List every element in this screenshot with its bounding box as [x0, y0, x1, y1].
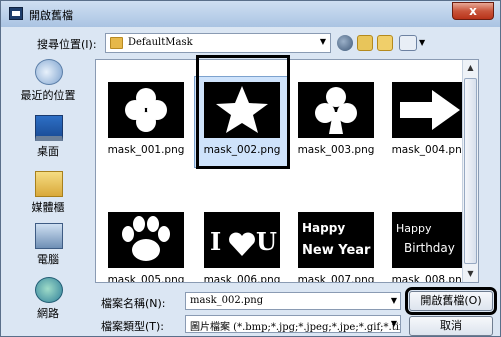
file-type-dropdown[interactable]: 圖片檔案 (*.bmp;*.jpg;*.jpeg;*.jpe;*.gif;*.t… [185, 315, 401, 333]
thumbnail-star-icon [204, 82, 280, 138]
folder-icon [110, 37, 123, 49]
open-button[interactable]: 開啟舊檔(O) [405, 287, 497, 315]
computer-icon [35, 223, 63, 249]
svg-text:Happy: Happy [396, 222, 432, 235]
recent-places-icon [35, 59, 63, 85]
library-icon [35, 171, 63, 197]
look-in-label: 搜尋位置(I): [37, 38, 97, 51]
svg-text:New Year: New Year [302, 243, 371, 258]
place-label: 桌面 [37, 145, 59, 158]
place-recent[interactable]: 最近的位置 [5, 59, 91, 109]
thumbnail-club-icon [298, 82, 374, 138]
file-name: mask_003.png [297, 144, 375, 156]
file-name: mask_005.png [107, 274, 185, 283]
file-name: mask_001.png [107, 144, 185, 156]
scroll-thumb[interactable] [464, 78, 477, 264]
view-menu-chevron-icon[interactable]: ▼ [419, 38, 425, 47]
file-name-label: 檔案名稱(N): [101, 297, 166, 310]
title-bar[interactable]: 開啟舊檔 x [1, 1, 500, 27]
scroll-up-icon[interactable]: ▲ [463, 60, 478, 76]
chevron-down-icon: ▼ [319, 37, 326, 46]
thumbnail-arrow-icon [392, 82, 468, 138]
thumbnail-i-love-u-icon: I U [204, 212, 280, 268]
thumbnail-flower-icon [108, 82, 184, 138]
look-in-value: DefaultMask [128, 37, 193, 48]
scroll-down-icon[interactable]: ▼ [463, 266, 478, 282]
file-name-input[interactable]: mask_002.png ▼ [185, 292, 401, 310]
chevron-down-icon: ▼ [390, 319, 397, 328]
back-icon[interactable] [337, 35, 353, 51]
places-bar: 最近的位置 桌面 媒體櫃 電腦 網路 [5, 59, 91, 320]
new-folder-icon[interactable] [377, 35, 393, 51]
svg-text:Birthday: Birthday [404, 241, 455, 255]
look-in-dropdown[interactable]: DefaultMask ▼ [105, 33, 331, 53]
place-library[interactable]: 媒體櫃 [5, 171, 91, 221]
cancel-button[interactable]: 取消 [409, 316, 493, 336]
window-title: 開啟舊檔 [29, 9, 73, 22]
place-computer[interactable]: 電腦 [5, 223, 91, 273]
place-label: 媒體櫃 [31, 201, 65, 214]
vertical-scrollbar[interactable]: ▲ ▼ [462, 60, 478, 282]
file-name-value: mask_002.png [190, 295, 264, 306]
file-name: mask_007.png [297, 274, 375, 283]
file-name: mask_008.png [391, 274, 469, 283]
file-name: mask_002.png [203, 144, 281, 156]
thumbnail-paw-icon [108, 212, 184, 268]
svg-text:Happy: Happy [302, 221, 345, 235]
open-file-dialog: 開啟舊檔 x 搜尋位置(I): DefaultMask ▼ ▼ 最近的位置 桌面… [0, 0, 501, 337]
place-label: 最近的位置 [20, 89, 76, 102]
up-folder-icon[interactable] [357, 35, 373, 51]
place-desktop[interactable]: 桌面 [5, 115, 91, 165]
window-icon [9, 7, 23, 20]
file-options: 檔案名稱(N): mask_002.png ▼ 檔案類型(T): 圖片檔案 (*… [1, 287, 500, 337]
svg-text:U: U [256, 227, 277, 256]
close-button[interactable]: x [452, 2, 494, 20]
desktop-icon [35, 115, 63, 141]
file-name: mask_006.png [203, 274, 281, 283]
place-label: 電腦 [37, 253, 59, 266]
thumbnail-new-year-icon: Happy New Year [298, 212, 374, 268]
thumbnail-birthday-icon: Happy Birthday [392, 212, 468, 268]
file-list[interactable]: mask_001.png mask_002.png mask_003.png m… [95, 59, 479, 283]
file-type-label: 檔案類型(T): [101, 320, 165, 333]
svg-text:I: I [210, 227, 221, 256]
file-type-value: 圖片檔案 (*.bmp;*.jpg;*.jpeg;*.jpe;*.gif;*.t… [190, 322, 401, 333]
file-name: mask_004.png [391, 144, 469, 156]
view-menu-icon[interactable] [399, 35, 417, 51]
chevron-down-icon[interactable]: ▼ [391, 296, 397, 305]
